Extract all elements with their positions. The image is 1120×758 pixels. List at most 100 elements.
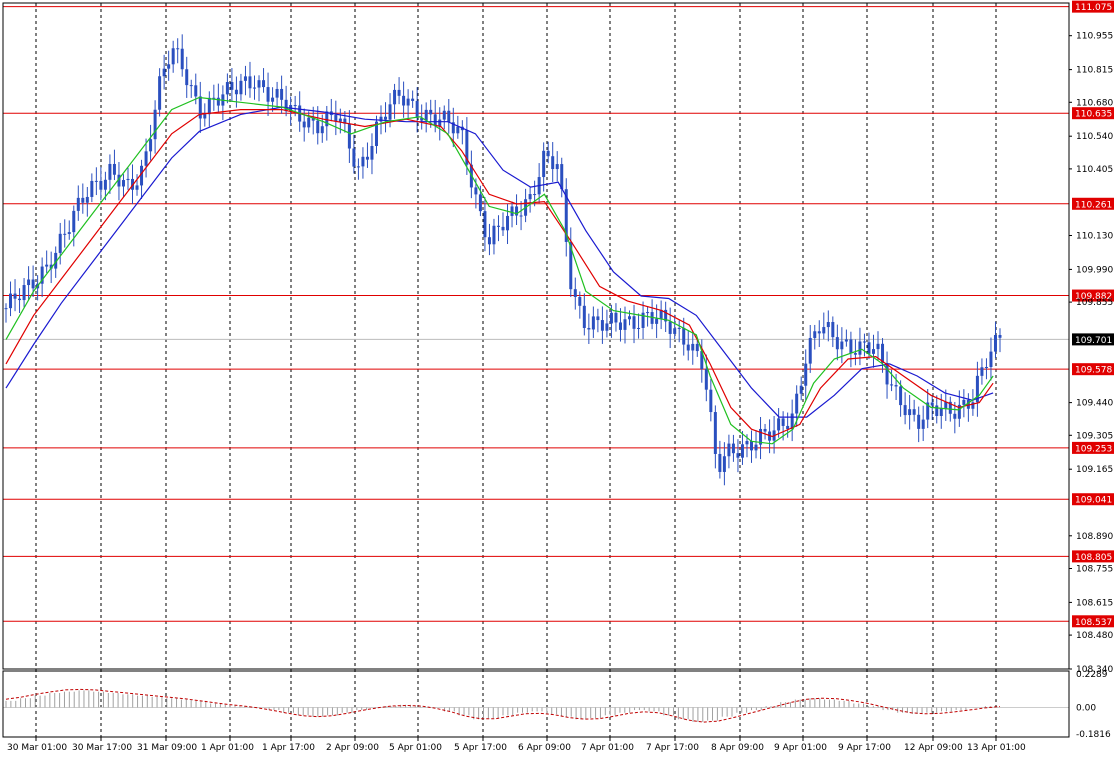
- candle-body: [203, 114, 207, 119]
- candle-body: [573, 289, 577, 297]
- candle-body: [189, 85, 193, 87]
- candle-body: [853, 353, 857, 355]
- candle-body: [18, 298, 22, 301]
- candle-body: [718, 453, 722, 472]
- candle-body: [94, 180, 98, 182]
- candle-body: [67, 232, 71, 234]
- candle-body: [551, 156, 555, 170]
- candle-body: [695, 343, 699, 352]
- candle-body: [533, 194, 537, 196]
- candle-body: [844, 339, 848, 342]
- candle-body: [365, 156, 369, 160]
- candle-body: [618, 322, 622, 330]
- candle-body: [180, 48, 184, 70]
- level-label: 109.041: [1075, 496, 1112, 506]
- level-label: 109.578: [1075, 366, 1112, 376]
- candle-body: [609, 312, 613, 324]
- candle-body: [393, 89, 397, 105]
- candle-body: [867, 342, 871, 354]
- candle-body: [632, 316, 636, 329]
- candle-body: [320, 126, 324, 134]
- candle-body: [447, 110, 451, 123]
- candle-body: [623, 319, 627, 330]
- candle-body: [709, 389, 713, 413]
- candle-body: [673, 328, 677, 334]
- candle-body: [849, 339, 853, 354]
- candle-body: [935, 405, 939, 416]
- candle-body: [962, 399, 966, 405]
- candle-body: [736, 453, 740, 458]
- candle-body: [600, 320, 604, 331]
- candle-body: [167, 64, 171, 69]
- candle-body: [804, 363, 808, 386]
- candle-body: [831, 322, 835, 338]
- candle-body: [858, 341, 862, 355]
- time-label: 1 Apr 17:00: [262, 743, 315, 753]
- candle-body: [379, 116, 383, 122]
- candle-body: [478, 194, 482, 212]
- candle-body: [862, 341, 866, 343]
- price-tick-label: 110.405: [1076, 165, 1113, 175]
- time-label: 30 Mar 01:00: [7, 743, 67, 753]
- candle-body: [614, 312, 618, 323]
- candle-body: [605, 323, 609, 331]
- candle-body: [781, 418, 785, 426]
- candle-body: [397, 89, 401, 96]
- candle-body: [135, 185, 139, 190]
- candle-body: [727, 443, 731, 457]
- candle-body: [243, 76, 247, 81]
- candle-body: [487, 237, 491, 245]
- candle-body: [388, 104, 392, 120]
- candle-body: [384, 116, 388, 120]
- candle-body: [176, 48, 180, 50]
- level-label: 111.075: [1075, 3, 1112, 13]
- candle-body: [686, 344, 690, 351]
- candle-body: [917, 414, 921, 429]
- candle-body: [817, 331, 821, 334]
- candle-body: [786, 425, 790, 430]
- candle-body: [22, 285, 26, 301]
- candle-body: [763, 428, 767, 432]
- level-label: 110.635: [1075, 110, 1112, 120]
- candle-body: [668, 321, 672, 334]
- candle-body: [81, 197, 85, 203]
- candle-body: [754, 444, 758, 451]
- level-label: 110.261: [1075, 200, 1112, 210]
- candle-body: [826, 322, 830, 328]
- candle-body: [153, 109, 157, 140]
- price-tick-label: 108.615: [1076, 598, 1113, 608]
- candle-body: [713, 412, 717, 454]
- candle-body: [542, 150, 546, 178]
- candle-body: [474, 187, 478, 195]
- candle-body: [234, 89, 238, 95]
- price-tick-label: 109.855: [1076, 298, 1113, 308]
- candle-body: [230, 82, 234, 90]
- candle-body: [899, 386, 903, 406]
- candle-body: [158, 76, 162, 110]
- candle-body: [275, 88, 279, 98]
- candle-body: [338, 118, 342, 122]
- price-tick-label: 110.680: [1076, 98, 1113, 108]
- candle-body: [248, 76, 252, 89]
- time-label: 5 Apr 01:00: [389, 743, 442, 753]
- price-axis: 111.075110.635110.261109.882109.578109.2…: [1069, 0, 1114, 675]
- candle-body: [637, 327, 641, 329]
- candle-body: [194, 85, 198, 97]
- candle-body: [112, 163, 116, 175]
- candle-body: [257, 80, 261, 88]
- candle-body: [912, 409, 916, 415]
- candle-body: [731, 443, 735, 454]
- candle-body: [185, 69, 189, 86]
- candle-body: [980, 367, 984, 376]
- candle-body: [63, 233, 67, 235]
- candle-body: [429, 109, 433, 115]
- candle-body: [903, 405, 907, 416]
- candle-body: [799, 385, 803, 394]
- price-tick-label: 110.540: [1076, 132, 1113, 142]
- candle-body: [72, 210, 76, 233]
- time-label: 7 Apr 01:00: [581, 743, 634, 753]
- candle-body: [438, 119, 442, 127]
- candle-body: [216, 97, 220, 106]
- time-label: 1 Apr 01:00: [201, 743, 254, 753]
- candle-body: [90, 180, 94, 197]
